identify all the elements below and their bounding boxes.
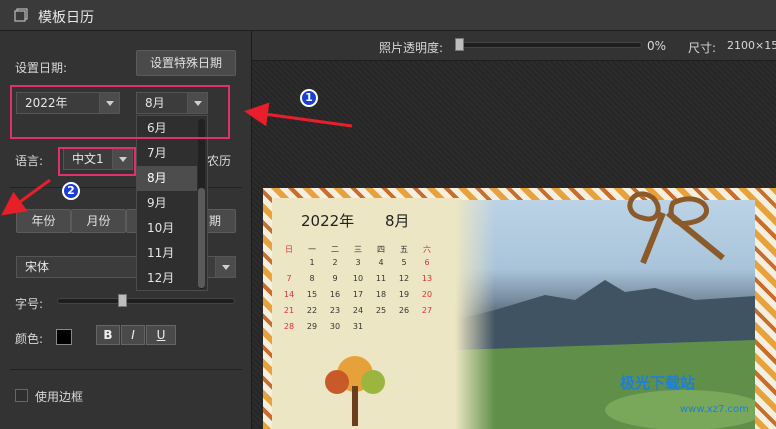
annotation-marker-2: 2 [62,182,80,200]
annotation-marker-1: 1 [300,89,318,107]
watermark-url: www.xz7.com [680,404,749,415]
watermark-brand: 极光下载站 [620,374,696,392]
annotation-arrows [1,102,353,216]
